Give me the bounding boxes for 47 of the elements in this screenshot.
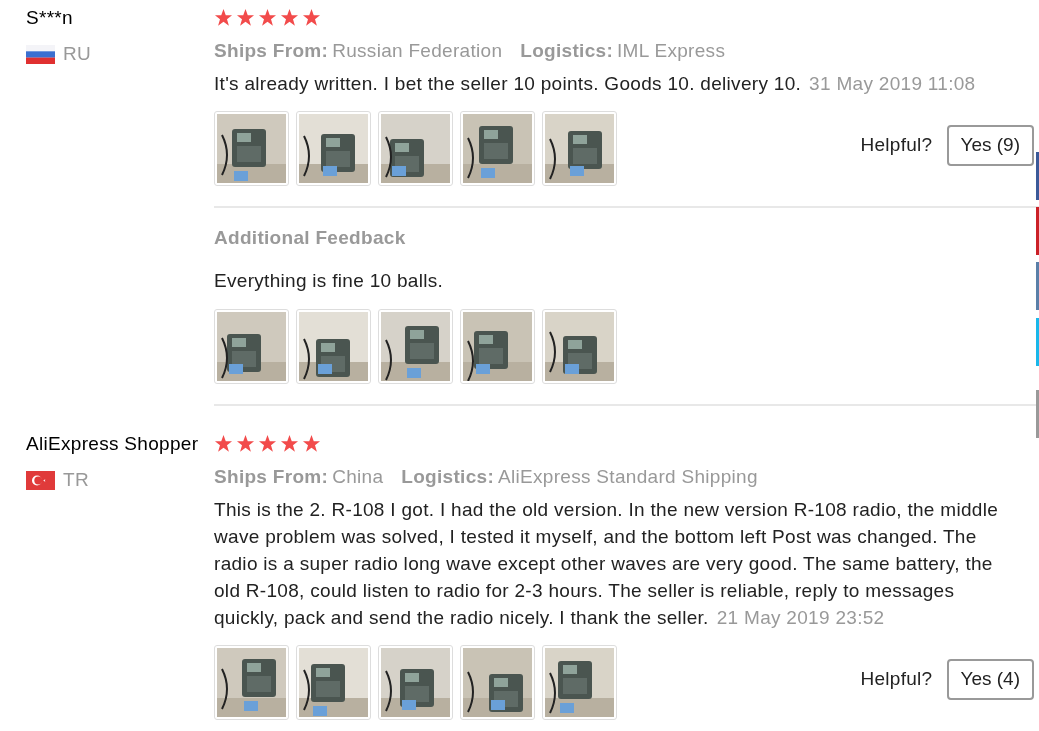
- photo-thumbnail[interactable]: [542, 309, 617, 384]
- helpful-button[interactable]: Yes (4): [946, 659, 1034, 700]
- helpful-button[interactable]: Yes (9): [946, 125, 1034, 166]
- photo-thumbnail[interactable]: [214, 111, 289, 186]
- star-icon: [280, 435, 299, 453]
- photo-thumbnail[interactable]: [214, 309, 289, 384]
- photo-thumbnail[interactable]: [378, 111, 453, 186]
- logistics-value: AliExpress Standard Shipping: [498, 466, 758, 487]
- helpful-label: Helpful?: [860, 667, 933, 691]
- star-icon: [280, 9, 299, 27]
- star-icon: [236, 435, 255, 453]
- helpful-label: Helpful?: [860, 133, 933, 157]
- photo-thumbnail[interactable]: [542, 645, 617, 720]
- flag-icon: [26, 44, 55, 64]
- photo-thumbnail[interactable]: [460, 309, 535, 384]
- ships-from-value: China: [332, 466, 384, 487]
- star-icon: [214, 435, 233, 453]
- ships-from-label: Ships From:: [214, 40, 330, 61]
- user-name: S***n: [26, 6, 74, 30]
- logistics-label: Logistics:: [401, 466, 496, 487]
- photo-thumbnail[interactable]: [460, 111, 535, 186]
- section-heading: Additional Feedback: [214, 226, 407, 250]
- photo-thumbnail[interactable]: [460, 645, 535, 720]
- star-icon: [258, 9, 277, 27]
- star-icon: [236, 9, 255, 27]
- photo-thumbnail[interactable]: [542, 111, 617, 186]
- star-icon: [214, 9, 233, 27]
- ships-from-label: Ships From:: [214, 466, 330, 487]
- country-code: TR: [63, 468, 89, 492]
- ships-from-value: Russian Federation: [332, 40, 503, 61]
- flag-icon: [26, 470, 55, 490]
- user-name: AliExpress Shopper: [26, 432, 200, 456]
- photo-thumbnail[interactable]: [296, 645, 371, 720]
- star-icon: [258, 435, 277, 453]
- photo-thumbnail[interactable]: [296, 111, 371, 186]
- star-icon: [302, 9, 321, 27]
- feedback-text: Everything is fine 10 balls.: [214, 268, 445, 293]
- logistics-value: IML Express: [617, 40, 726, 61]
- photo-thumbnail[interactable]: [214, 645, 289, 720]
- review-text: It's already written. I bet the seller 10 points. Goods 10. delivery 10. 31 May 2019 11:08: [214, 72, 977, 96]
- logistics-label: Logistics:: [520, 40, 615, 61]
- photo-thumbnail[interactable]: [378, 309, 453, 384]
- country-code: RU: [63, 42, 92, 66]
- photo-thumbnail[interactable]: [296, 309, 371, 384]
- photo-thumbnail[interactable]: [378, 645, 453, 720]
- star-icon: [302, 435, 321, 453]
- review-text: This is the 2. R-108 I got. I had the old version. In the new version R-108 radio, the middle wave problem was solved, I tested it myself, and the bottom left Post was changed. The radio is a super radio long wave except other waves are very good. The same battery, the old R-108, could listen to radio for 2-3 hours. The seller is reliable, reply to messages quickly, pack and send the radio nicely. I thank the seller. 21 May 2019 23:52: [214, 498, 999, 630]
